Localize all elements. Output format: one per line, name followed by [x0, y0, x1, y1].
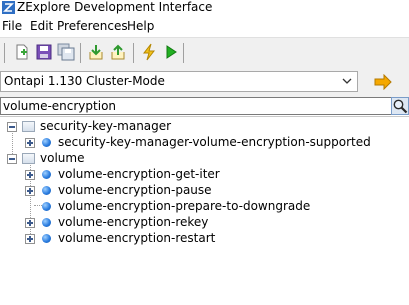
- lightning-icon[interactable]: [140, 43, 158, 61]
- api-node-icon: [42, 234, 51, 243]
- expand-icon[interactable]: [25, 138, 35, 148]
- expand-icon[interactable]: [25, 234, 35, 244]
- tree-node-label: security-key-manager: [40, 119, 172, 133]
- tree-node-api[interactable]: volume-encryption-restart: [0, 230, 409, 246]
- expand-icon[interactable]: [25, 218, 35, 228]
- tree-node-api[interactable]: security-key-manager-volume-encryption-s…: [0, 134, 409, 150]
- toolbar-separator: [183, 43, 184, 63]
- tree-node-label: volume-encryption-restart: [58, 231, 216, 245]
- toolbar: [0, 37, 409, 67]
- api-node-icon: [42, 170, 51, 179]
- save-icon[interactable]: [35, 43, 53, 61]
- search-icon: [393, 99, 408, 114]
- tree-node-label: volume: [40, 151, 85, 165]
- search-input[interactable]: [0, 97, 391, 115]
- api-node-icon: [42, 218, 51, 227]
- tree-node-label: security-key-manager-volume-encryption-s…: [58, 135, 371, 149]
- app-icon: [2, 1, 15, 14]
- download-icon[interactable]: [87, 43, 105, 61]
- tree-node-label: volume-encryption-rekey: [58, 215, 209, 229]
- tree-node-api[interactable]: volume-encryption-rekey: [0, 214, 409, 230]
- server-dropdown-value: Ontapi 1.130 Cluster-Mode: [4, 74, 165, 88]
- menu-preferences[interactable]: Preferences: [57, 19, 128, 34]
- chevron-down-icon[interactable]: [340, 74, 354, 88]
- expand-icon[interactable]: [25, 186, 35, 196]
- expand-icon[interactable]: [25, 170, 35, 180]
- search-button[interactable]: [391, 97, 409, 115]
- tree-node-label: volume-encryption-prepare-to-downgrade: [58, 199, 311, 213]
- menu-file[interactable]: File: [2, 19, 22, 34]
- toolbar-separator: [80, 43, 81, 63]
- menu-help[interactable]: Help: [127, 19, 154, 34]
- connect-arrow-icon[interactable]: [374, 73, 392, 91]
- tree-node-label: volume-encryption-pause: [58, 183, 212, 197]
- tree-node-api[interactable]: volume-encryption-pause: [0, 182, 409, 198]
- tree-node-api[interactable]: volume-encryption-get-iter: [0, 166, 409, 182]
- api-node-icon: [42, 186, 51, 195]
- run-icon[interactable]: [162, 43, 180, 61]
- tree-node-group[interactable]: security-key-manager: [0, 118, 409, 134]
- tree-node-group[interactable]: volume: [0, 150, 409, 166]
- collapse-icon[interactable]: [7, 122, 17, 132]
- upload-icon[interactable]: [109, 43, 127, 61]
- menu-edit[interactable]: Edit: [30, 19, 53, 34]
- save-all-icon[interactable]: [57, 43, 75, 61]
- api-node-icon: [42, 202, 51, 211]
- window-title: ZExplore Development Interface: [17, 0, 213, 14]
- toolbar-grip: [4, 43, 5, 63]
- tree-node-label: volume-encryption-get-iter: [58, 167, 220, 181]
- api-node-icon: [42, 138, 51, 147]
- tree-node-api[interactable]: volume-encryption-prepare-to-downgrade: [0, 198, 409, 214]
- new-document-icon[interactable]: [13, 43, 31, 61]
- toolbar-separator: [133, 43, 134, 63]
- folder-icon: [22, 121, 35, 132]
- folder-icon: [22, 153, 35, 164]
- collapse-icon[interactable]: [7, 154, 17, 164]
